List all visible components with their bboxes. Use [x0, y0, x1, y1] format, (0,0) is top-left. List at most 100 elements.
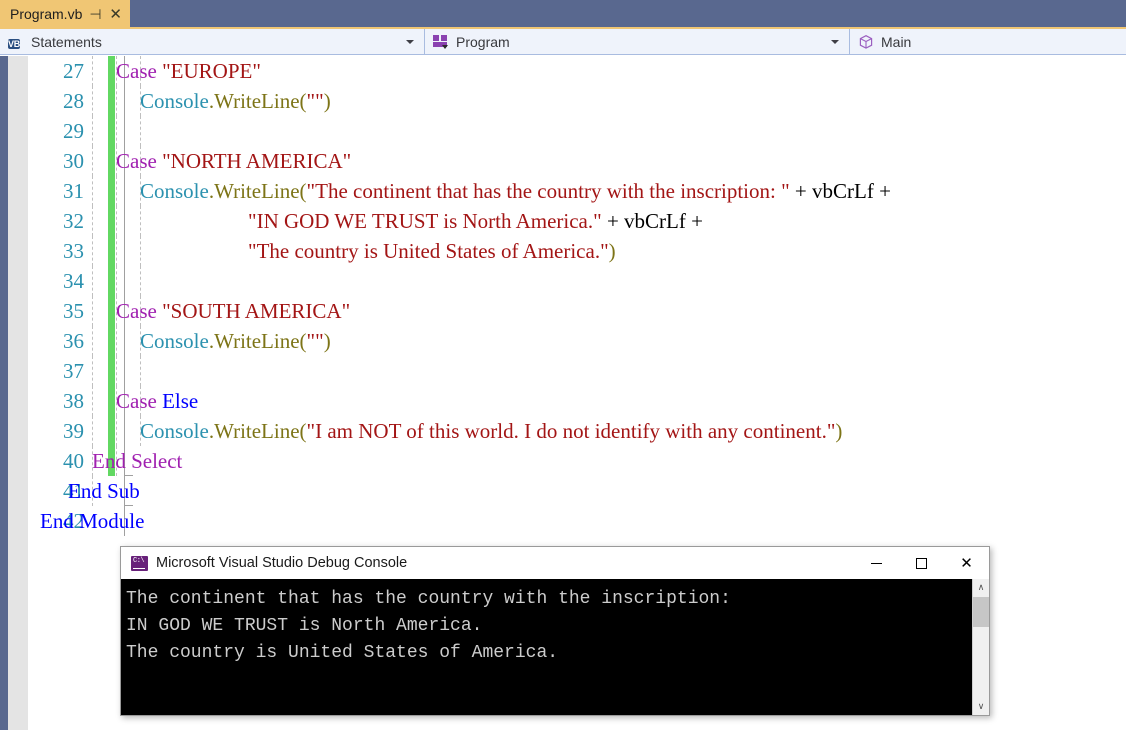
code-token: Console — [140, 329, 209, 353]
outlining-margin-line[interactable] — [124, 356, 125, 386]
change-indicator-bar — [108, 386, 115, 416]
code-token: + — [601, 209, 625, 233]
code-line-text: "The country is United States of America… — [248, 236, 616, 266]
module-icon — [433, 34, 451, 50]
code-line[interactable]: 36 Console.WriteLine("") — [28, 326, 1126, 356]
outlining-margin-line[interactable] — [124, 266, 125, 296]
console-output-area[interactable]: The continent that has the country with … — [121, 579, 989, 715]
change-indicator-bar — [108, 176, 115, 206]
indent-guide — [116, 176, 117, 206]
scrollbar-track[interactable] — [973, 627, 989, 698]
indent-guide — [92, 266, 93, 296]
code-token: ( — [299, 179, 307, 203]
project-scope-label: Statements — [31, 33, 102, 50]
code-token: ) — [323, 329, 331, 353]
code-line[interactable]: 30 Case "NORTH AMERICA" — [28, 146, 1126, 176]
maximize-button[interactable] — [899, 547, 944, 579]
outlining-margin-line[interactable] — [124, 206, 125, 236]
code-token: Case — [116, 149, 163, 173]
code-line[interactable]: 39 Console.WriteLine("I am NOT of this wo… — [28, 416, 1126, 446]
code-token: End Module — [40, 509, 145, 533]
outlining-margin-line[interactable] — [124, 116, 125, 146]
code-token: "" — [306, 329, 324, 353]
indent-guide — [92, 326, 93, 356]
line-number: 30 — [63, 149, 84, 173]
close-button[interactable]: ✕ — [944, 547, 989, 579]
code-line[interactable]: 29 — [28, 116, 1126, 146]
code-line-text: Case Else — [116, 386, 198, 416]
code-token: Else — [162, 389, 199, 413]
member-scope-dropdown[interactable]: Main — [850, 29, 1126, 54]
code-token: ( — [299, 329, 307, 353]
vb-file-icon: VB — [8, 34, 26, 50]
code-line-text: Case "EUROPE" — [116, 56, 261, 86]
code-token: "NORTH AMERICA" — [162, 149, 352, 173]
code-line[interactable]: 28 Console.WriteLine("") — [28, 86, 1126, 116]
code-token: vbCrLf — [624, 209, 686, 233]
type-scope-dropdown[interactable]: Program — [425, 29, 849, 54]
outlining-margin-line[interactable] — [124, 326, 125, 356]
outlining-margin-line[interactable] — [124, 176, 125, 206]
outlining-margin-line[interactable] — [124, 236, 125, 266]
change-indicator-bar — [108, 206, 115, 236]
code-line[interactable]: 38 Case Else — [28, 386, 1126, 416]
code-line-text: Console.WriteLine("I am NOT of this worl… — [140, 416, 842, 446]
close-icon[interactable]: ✕ — [109, 6, 122, 22]
code-line[interactable]: 41 End Sub — [28, 476, 1126, 506]
indent-guide — [140, 206, 141, 236]
change-indicator-bar — [108, 326, 115, 356]
code-line[interactable]: 40 End Select — [28, 446, 1126, 476]
project-scope-dropdown[interactable]: VB Statements — [0, 29, 424, 54]
indent-guide — [92, 386, 93, 416]
chevron-down-icon[interactable] — [406, 39, 414, 44]
code-line[interactable]: 35 Case "SOUTH AMERICA" — [28, 296, 1126, 326]
visual-studio-window: Program.vb ⊣ ✕ VB Statements Program Mai… — [0, 0, 1126, 730]
scrollbar-thumb[interactable] — [973, 597, 989, 627]
code-token: Case — [116, 299, 163, 323]
code-line[interactable]: 37 — [28, 356, 1126, 386]
indent-guide — [92, 146, 93, 176]
code-line[interactable]: 33 "The country is United States of Ameri… — [28, 236, 1126, 266]
indent-guide — [116, 206, 117, 236]
debug-console-window[interactable]: Microsoft Visual Studio Debug Console ✕ … — [120, 546, 990, 716]
code-line[interactable]: 32 "IN GOD WE TRUST is North America." + … — [28, 206, 1126, 236]
line-number: 34 — [63, 269, 84, 293]
change-indicator-bar — [108, 86, 115, 116]
code-line-text: End Select — [92, 446, 182, 476]
outlining-margin-line[interactable] — [124, 86, 125, 116]
console-scrollbar[interactable]: ∧ ∨ — [972, 579, 989, 715]
scroll-down-arrow-icon[interactable]: ∨ — [973, 698, 989, 715]
document-tab-strip: Program.vb ⊣ ✕ — [0, 0, 1126, 28]
indent-guide — [116, 116, 117, 146]
code-token: "SOUTH AMERICA" — [162, 299, 351, 323]
code-token: ( — [299, 89, 307, 113]
code-line[interactable]: 31 Console.WriteLine("The continent that … — [28, 176, 1126, 206]
document-tab-label: Program.vb — [10, 5, 83, 22]
line-number: 29 — [63, 119, 84, 143]
pin-icon[interactable]: ⊣ — [89, 6, 102, 22]
code-line[interactable]: 34 — [28, 266, 1126, 296]
scroll-up-arrow-icon[interactable]: ∧ — [973, 579, 989, 596]
outlining-margin-line[interactable] — [124, 416, 125, 446]
change-indicator-bar — [108, 356, 115, 386]
method-cube-icon — [858, 34, 876, 50]
code-line[interactable]: 42 End Module — [28, 506, 1126, 536]
minimize-button[interactable] — [854, 547, 899, 579]
vb-file-icon-text: VB — [8, 38, 20, 49]
code-line-text: "IN GOD WE TRUST is North America." + vb… — [248, 206, 703, 236]
code-line[interactable]: 27 Case "EUROPE" — [28, 56, 1126, 86]
indent-guide — [116, 326, 117, 356]
line-number: 36 — [63, 329, 84, 353]
console-title-bar[interactable]: Microsoft Visual Studio Debug Console ✕ — [121, 547, 989, 579]
code-token: "I am NOT of this world. I do not identi… — [306, 419, 836, 443]
indent-guide — [92, 56, 93, 86]
type-scope-label: Program — [456, 33, 510, 50]
indent-guide — [92, 356, 93, 386]
document-tab-program-vb[interactable]: Program.vb ⊣ ✕ — [0, 0, 131, 27]
code-token: ( — [299, 419, 307, 443]
chevron-down-icon[interactable] — [831, 39, 839, 44]
line-number: 33 — [63, 239, 84, 263]
indent-guide — [92, 236, 93, 266]
code-token: + — [789, 179, 813, 203]
indent-guide — [140, 116, 141, 146]
